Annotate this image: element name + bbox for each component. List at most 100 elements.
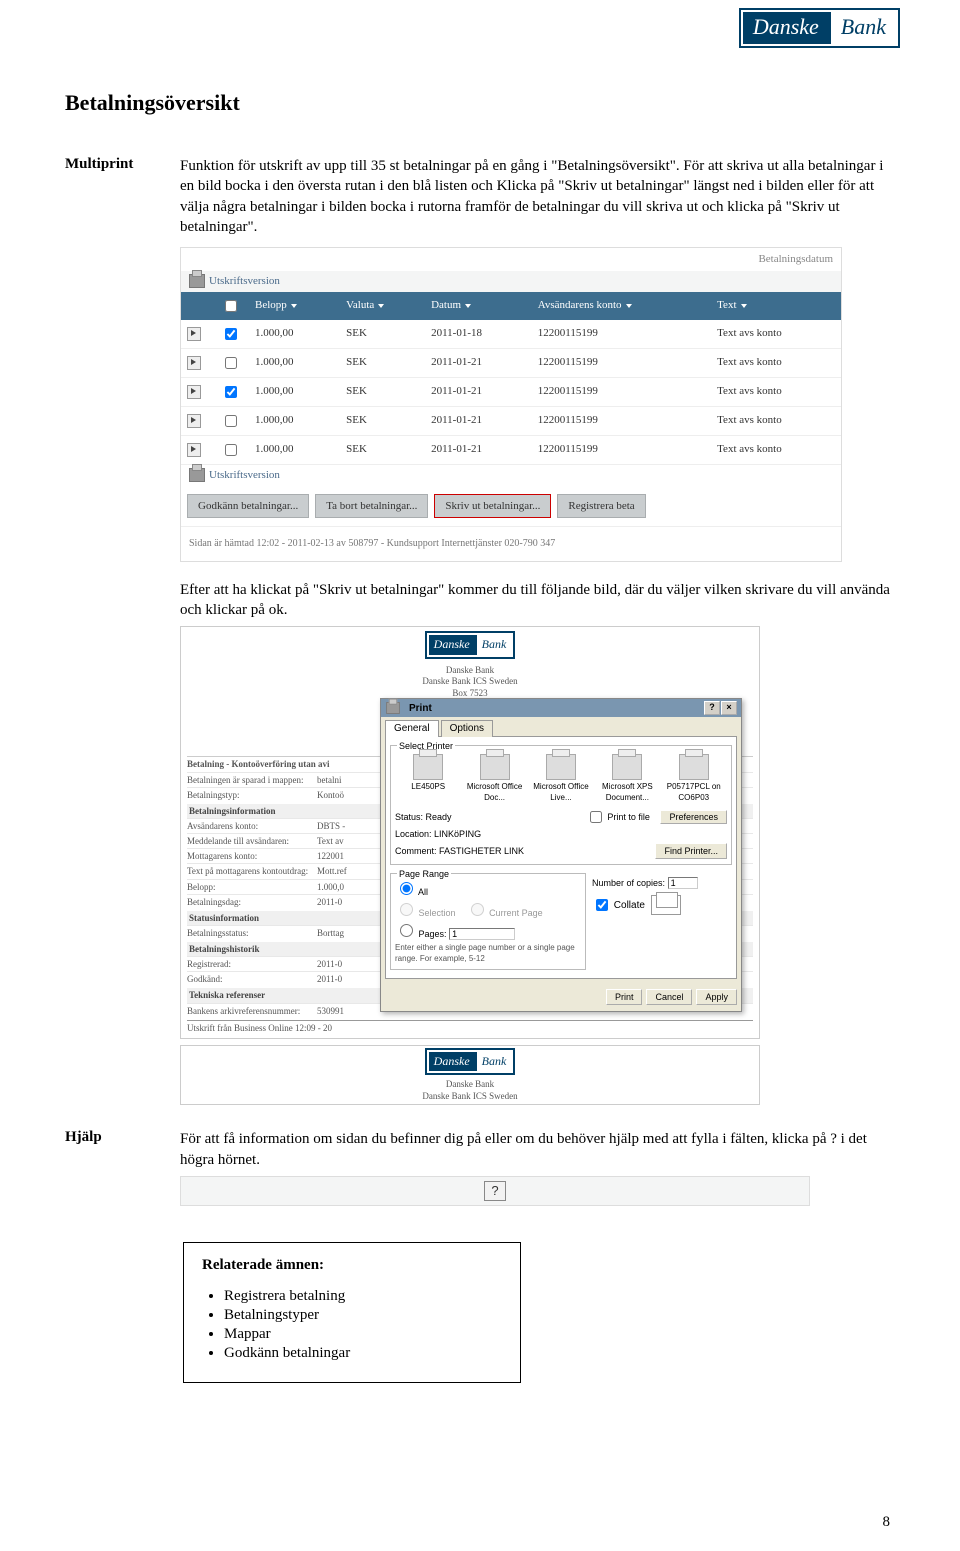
tab-general[interactable]: General xyxy=(385,720,439,737)
range-pages-radio[interactable]: Pages: xyxy=(395,920,581,941)
brand-logo-small: Danske Bank xyxy=(425,631,516,658)
help-text: För att få information om sidan du befin… xyxy=(180,1129,895,1170)
pages-input[interactable] xyxy=(449,928,515,940)
printer-item[interactable]: Microsoft XPS Document... xyxy=(597,754,657,804)
related-item[interactable]: Godkänn betalningar xyxy=(224,1345,502,1362)
apply-button[interactable]: Apply xyxy=(696,989,737,1005)
row-checkbox[interactable] xyxy=(225,328,237,340)
print-version-link-top[interactable]: Utskriftsversion xyxy=(209,274,280,289)
expand-icon[interactable] xyxy=(187,327,201,341)
cell-text[interactable]: Text avs konto xyxy=(711,377,841,406)
printer-item[interactable]: P05717PCL on CO6P03 xyxy=(664,754,724,804)
copies-label: Number of copies: xyxy=(592,878,665,888)
table-row: 1.000,00SEK2011-01-2112200115199Text avs… xyxy=(181,435,841,464)
cell-belopp: 1.000,00 xyxy=(249,348,340,377)
approve-button[interactable]: Godkänn betalningar... xyxy=(187,494,309,519)
th-avskonto[interactable]: Avsändarens konto xyxy=(532,292,711,320)
expand-icon[interactable] xyxy=(187,443,201,457)
cell-valuta: SEK xyxy=(340,348,425,377)
printer-icon xyxy=(413,754,443,780)
help-icon[interactable]: ? xyxy=(704,701,720,715)
ss1-footer: Sidan är hämtad 12:02 - 2011-02-13 av 50… xyxy=(181,526,841,561)
row-checkbox[interactable] xyxy=(225,444,237,456)
printer-item[interactable]: Microsoft Office Live... xyxy=(531,754,591,804)
cell-datum: 2011-01-21 xyxy=(425,377,532,406)
screenshot-print-preview: Danske Bank Danske BankDanske Bank ICS S… xyxy=(180,626,760,1039)
help-label: Hjälp xyxy=(65,1129,180,1212)
cell-belopp: 1.000,00 xyxy=(249,377,340,406)
logo-right: Bank xyxy=(829,12,896,44)
print-icon[interactable] xyxy=(189,274,205,288)
cell-valuta: SEK xyxy=(340,377,425,406)
copies-input[interactable] xyxy=(668,877,698,889)
close-icon[interactable]: × xyxy=(721,701,737,715)
th-valuta[interactable]: Valuta xyxy=(340,292,425,320)
related-item[interactable]: Betalningstyper xyxy=(224,1307,502,1324)
cell-datum: 2011-01-21 xyxy=(425,348,532,377)
brand-logo: Danske Bank xyxy=(739,8,900,48)
cell-datum: 2011-01-21 xyxy=(425,435,532,464)
cell-text[interactable]: Text avs konto xyxy=(711,320,841,349)
cell-konto: 12200115199 xyxy=(532,320,711,349)
expand-icon[interactable] xyxy=(187,385,201,399)
multiprint-text: Funktion för utskrift av upp till 35 st … xyxy=(180,156,895,237)
range-selection-radio: Selection xyxy=(395,899,456,920)
table-row: 1.000,00SEK2011-01-2112200115199Text avs… xyxy=(181,348,841,377)
th-datum[interactable]: Datum xyxy=(425,292,532,320)
th-text[interactable]: Text xyxy=(711,292,841,320)
cell-belopp: 1.000,00 xyxy=(249,320,340,349)
question-mark-icon[interactable]: ? xyxy=(484,1181,506,1201)
print-icon[interactable] xyxy=(189,468,205,482)
print-to-file-checkbox[interactable]: Print to file xyxy=(586,812,650,822)
cell-text[interactable]: Text avs konto xyxy=(711,435,841,464)
printer-icon xyxy=(679,754,709,780)
page-number: 8 xyxy=(883,1514,891,1531)
expand-icon[interactable] xyxy=(187,414,201,428)
cancel-button[interactable]: Cancel xyxy=(646,989,692,1005)
cell-text[interactable]: Text avs konto xyxy=(711,348,841,377)
print-dialog: Print ?× General Options Select Printer … xyxy=(380,698,742,1012)
row-checkbox[interactable] xyxy=(225,386,237,398)
print-payments-button[interactable]: Skriv ut betalningar... xyxy=(434,494,551,519)
related-title: Relaterade ämnen: xyxy=(202,1257,502,1274)
printer-icon xyxy=(612,754,642,780)
printer-item[interactable]: LE450PS xyxy=(398,754,458,804)
remove-button[interactable]: Ta bort betalningar... xyxy=(315,494,428,519)
ss2-footer: Utskrift från Business Online 12:09 - 20 xyxy=(187,1020,753,1034)
expand-icon[interactable] xyxy=(187,356,201,370)
cell-belopp: 1.000,00 xyxy=(249,406,340,435)
select-all-checkbox[interactable] xyxy=(225,300,237,312)
preferences-button[interactable]: Preferences xyxy=(660,810,727,824)
row-checkbox[interactable] xyxy=(225,415,237,427)
table-row: 1.000,00SEK2011-01-1812200115199Text avs… xyxy=(181,320,841,349)
print-version-link-bottom[interactable]: Utskriftsversion xyxy=(209,468,280,483)
print-button[interactable]: Print xyxy=(606,989,643,1005)
printer-item[interactable]: Microsoft Office Doc... xyxy=(465,754,525,804)
page-range-label: Page Range xyxy=(397,868,451,880)
cell-belopp: 1.000,00 xyxy=(249,435,340,464)
cell-valuta: SEK xyxy=(340,435,425,464)
multiprint-label: Multiprint xyxy=(65,156,180,1105)
dialog-title: Print xyxy=(405,702,703,716)
print-icon xyxy=(386,702,400,714)
row-checkbox[interactable] xyxy=(225,357,237,369)
range-all-radio[interactable]: All xyxy=(395,878,581,899)
cell-konto: 12200115199 xyxy=(532,377,711,406)
related-item[interactable]: Mappar xyxy=(224,1326,502,1343)
find-printer-button[interactable]: Find Printer... xyxy=(655,843,727,859)
collate-checkbox[interactable]: Collate xyxy=(592,900,645,911)
cell-text[interactable]: Text avs konto xyxy=(711,406,841,435)
ss1-top-right: Betalningsdatum xyxy=(758,252,833,267)
cell-konto: 12200115199 xyxy=(532,435,711,464)
range-hint: Enter either a single page number or a s… xyxy=(395,941,581,965)
cell-konto: 12200115199 xyxy=(532,348,711,377)
collate-icon xyxy=(651,895,681,915)
related-item[interactable]: Registrera betalning xyxy=(224,1288,502,1305)
th-belopp[interactable]: Belopp xyxy=(249,292,340,320)
register-button[interactable]: Registrera beta xyxy=(557,494,645,519)
cell-konto: 12200115199 xyxy=(532,406,711,435)
cell-datum: 2011-01-21 xyxy=(425,406,532,435)
table-row: 1.000,00SEK2011-01-2112200115199Text avs… xyxy=(181,377,841,406)
cell-valuta: SEK xyxy=(340,406,425,435)
tab-options[interactable]: Options xyxy=(441,720,493,737)
